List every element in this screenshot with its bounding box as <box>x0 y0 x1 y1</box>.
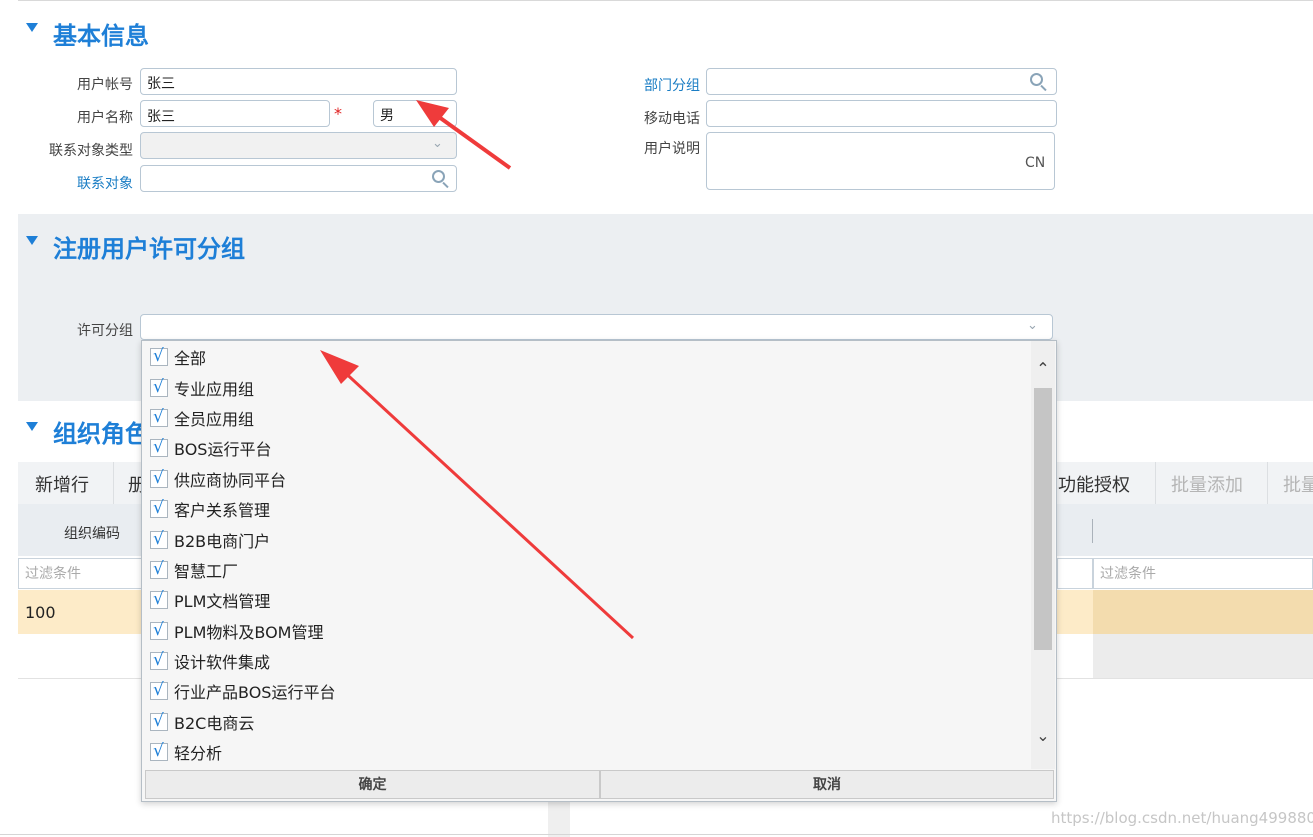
watermark: https://blog.csdn.net/huang4998802 <box>1051 809 1313 827</box>
annotation-arrows <box>320 100 635 640</box>
annotation-arrow-shaft <box>338 366 635 640</box>
annotation-arrow-shaft <box>430 110 512 170</box>
